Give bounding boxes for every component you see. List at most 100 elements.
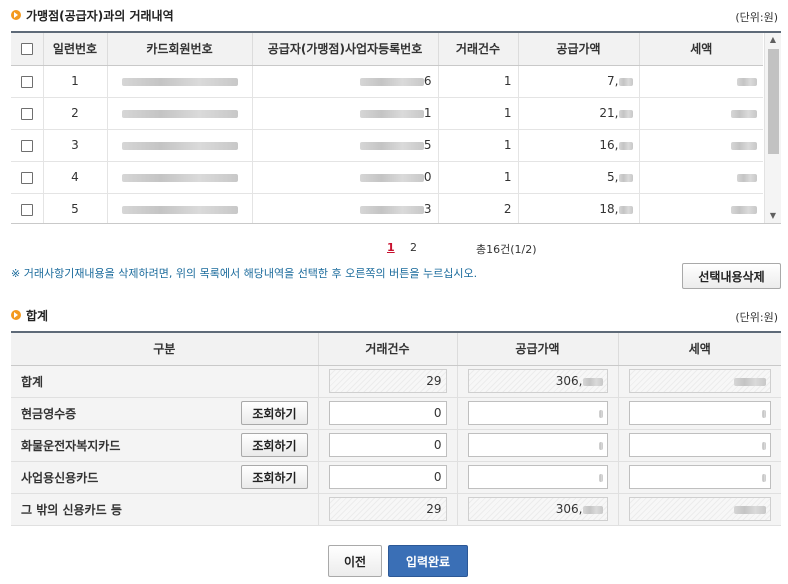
cash-receipt-count-field[interactable]: 0 [328,401,447,425]
masked-business-number [359,77,424,86]
pagination: 1 2 총16건(1/2) [0,241,788,256]
masked-business-number [359,205,424,214]
cash-receipt-supply-field[interactable] [467,401,608,425]
table-row[interactable]: 1 6 1 7, [11,65,763,98]
row-checkbox[interactable] [20,203,33,216]
total-tax-field [628,369,771,393]
bullet-arrow-icon [11,10,21,20]
submit-button[interactable]: 입력완료 [388,545,468,577]
row-supply: 16, [599,138,619,152]
select-all-cell[interactable] [11,33,44,66]
table-row[interactable]: 3 5 1 16, [11,129,763,162]
sum-col-tax: 세액 [618,333,781,366]
section-title-text: 가맹점(공급자)과의 거래내역 [26,8,174,23]
page-link-2[interactable]: 2 [410,241,417,254]
section-title-sum: 합계 [11,306,48,324]
row-count: 1 [438,129,519,162]
sum-row-cargo-card: 화물운전자복지카드 조회하기 0 [11,429,781,462]
col-header-serial: 일련번호 [43,33,108,66]
sum-col-category: 구분 [11,333,319,366]
total-count-field: 29 [328,369,447,393]
business-number-tail: 5 [423,138,432,152]
masked-supply [618,109,633,118]
select-all-checkbox[interactable] [20,43,33,56]
masked-business-number [359,173,424,182]
masked-card-number [121,77,238,86]
sum-row-label: 현금영수증 [21,406,77,421]
business-card-supply-field[interactable] [467,465,608,489]
grid-header-row: 일련번호 카드회원번호 공급자(가맹점)사업자등록번호 거래건수 공급가액 세액 [11,33,763,66]
row-serial: 2 [43,97,108,130]
col-header-supply: 공급가액 [518,33,640,66]
table-row[interactable]: 5 3 2 18, [11,193,763,223]
row-checkbox[interactable] [20,139,33,152]
section-title-transactions: 가맹점(공급자)과의 거래내역 [11,6,174,24]
masked-value [598,473,603,482]
masked-business-number [359,141,424,150]
cargo-card-supply-field[interactable] [467,433,608,457]
masked-value [598,441,603,450]
section-title-text: 합계 [26,308,49,323]
scroll-thumb[interactable] [768,49,779,154]
lookup-cash-receipt-button[interactable]: 조회하기 [241,401,308,425]
grid-scrollbar[interactable]: ▲ ▼ [764,33,781,223]
delete-instruction-note: ※ 거래사항기재내용을 삭제하려면, 위의 목록에서 해당내역을 선택한 후 오… [11,267,478,280]
masked-tax [731,141,757,150]
row-checkbox[interactable] [20,171,33,184]
row-count: 2 [438,193,519,223]
cargo-card-tax-field[interactable] [628,433,771,457]
business-card-count-field[interactable]: 0 [328,465,447,489]
masked-value [734,377,766,386]
row-checkbox[interactable] [20,75,33,88]
sum-row-label: 화물운전자복지카드 [21,438,121,453]
lookup-cargo-card-button[interactable]: 조회하기 [241,433,308,457]
sum-row-other-cards: 그 밖의 신용카드 등 29 306, [11,493,781,526]
business-card-tax-field[interactable] [628,465,771,489]
other-count-field: 29 [328,497,447,521]
row-supply: 21, [599,106,619,120]
col-header-count: 거래건수 [438,33,519,66]
col-header-business-number: 공급자(가맹점)사업자등록번호 [252,33,439,66]
unit-label: (단위:원) [735,11,778,24]
prev-button[interactable]: 이전 [328,545,382,577]
business-number-tail: 0 [423,170,432,184]
scroll-up-icon[interactable]: ▲ [765,33,781,47]
sum-row-label: 사업용신용카드 [21,470,99,485]
masked-business-number [359,109,424,118]
masked-card-number [121,205,238,214]
masked-supply [618,173,633,182]
other-tax-field [628,497,771,521]
sum-row-cash-receipt: 현금영수증 조회하기 0 [11,397,781,430]
row-serial: 4 [43,161,108,194]
masked-value [762,441,766,450]
masked-card-number [121,141,238,150]
table-row[interactable]: 2 1 1 21, [11,97,763,130]
other-supply-field: 306, [467,497,608,521]
page-link-1[interactable]: 1 [387,241,395,254]
sum-row-business-card: 사업용신용카드 조회하기 0 [11,461,781,494]
row-checkbox[interactable] [20,107,33,120]
lookup-business-card-button[interactable]: 조회하기 [241,465,308,489]
delete-selected-button[interactable]: 선택내용삭제 [682,263,781,289]
bullet-arrow-icon [11,310,21,320]
row-supply: 7, [607,74,619,88]
masked-supply [618,205,633,214]
scroll-down-icon[interactable]: ▼ [765,209,781,223]
cargo-card-count-field[interactable]: 0 [328,433,447,457]
total-supply-field: 306, [467,369,608,393]
masked-tax [731,109,757,118]
sum-col-count: 거래건수 [318,333,458,366]
cash-receipt-tax-field[interactable] [628,401,771,425]
masked-tax [731,205,757,214]
masked-value [734,505,766,514]
row-supply: 5, [607,170,619,184]
row-serial: 5 [43,193,108,223]
table-row[interactable]: 4 0 1 5, [11,161,763,194]
sum-row-label: 합계 [21,374,44,389]
masked-value [762,473,766,482]
sum-col-supply: 공급가액 [457,333,619,366]
row-serial: 1 [43,65,108,98]
row-count: 1 [438,97,519,130]
masked-value [598,409,603,418]
row-supply: 18, [599,202,619,216]
